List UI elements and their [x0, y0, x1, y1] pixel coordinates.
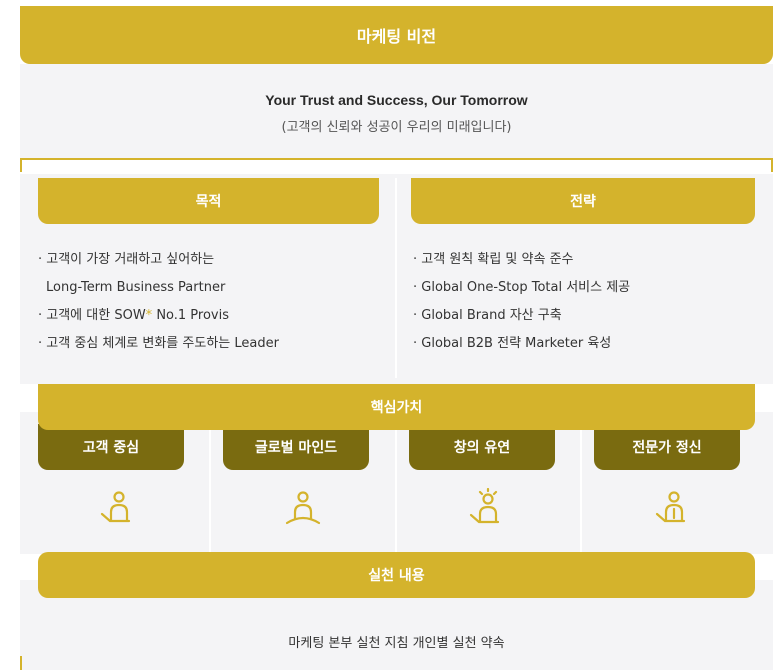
- person-bowing-icon: [100, 491, 131, 523]
- purpose-item: Long-Term Business Partner: [46, 280, 226, 295]
- gold-tick-right: [771, 158, 773, 172]
- core-values-header: 핵심가치: [38, 384, 755, 430]
- card-label: 창의 유연: [453, 440, 511, 456]
- card-label: 고객 중심: [82, 440, 140, 456]
- purpose-title: 목적: [195, 194, 222, 210]
- card-professionalism: 전문가 정신: [594, 424, 740, 470]
- purpose-item-text: · 고객에 대한 SOW: [38, 308, 146, 323]
- person-expert-icon: [655, 491, 686, 523]
- gold-divider-line: [20, 158, 773, 160]
- slogan-english: Your Trust and Success, Our Tomorrow: [265, 92, 528, 108]
- card-divider: [580, 430, 582, 554]
- purpose-item: · 고객에 대한 SOW* No.1 Provis: [38, 302, 388, 330]
- strategy-item: · 고객 원칙 확립 및 약속 준수: [413, 252, 574, 267]
- person-open-arms-icon: [285, 491, 321, 525]
- practice-description: 마케팅 본부 실천 지침 개인별 실천 약속: [288, 636, 505, 651]
- strategy-item: · Global B2B 전략 Marketer 육성: [413, 336, 612, 351]
- card-creativity: 창의 유연: [409, 424, 555, 470]
- vision-title: 마케팅 비전: [356, 27, 437, 46]
- card-customer-focus: 고객 중심: [38, 424, 184, 470]
- vision-header: 마케팅 비전: [20, 6, 773, 64]
- core-values-title: 핵심가치: [370, 400, 423, 416]
- strategy-list: · 고객 원칙 확립 및 약속 준수 · Global One-Stop Tot…: [413, 246, 763, 358]
- strategy-header: 전략: [411, 178, 755, 224]
- practice-title: 실천 내용: [368, 568, 425, 584]
- purpose-item: · 고객 중심 체계로 변화를 주도하는 Leader: [38, 336, 279, 351]
- slogan-korean: (고객의 신뢰와 성공이 우리의 미래입니다): [281, 120, 512, 135]
- practice-header: 실천 내용: [38, 552, 755, 598]
- card-global-mind: 글로벌 마인드: [223, 424, 369, 470]
- person-idea-icon: [469, 488, 500, 524]
- strategy-item: · Global One-Stop Total 서비스 제공: [413, 280, 631, 295]
- gold-tick-left: [20, 158, 22, 172]
- footnote-star: *: [145, 308, 153, 323]
- card-label: 전문가 정신: [632, 440, 702, 456]
- purpose-item-text: No.1 Provis: [156, 308, 229, 323]
- purpose-header: 목적: [38, 178, 379, 224]
- strategy-item: · Global Brand 자산 구축: [413, 308, 562, 323]
- slogan-panel: Your Trust and Success, Our Tomorrow (고객…: [20, 64, 773, 160]
- card-label: 글로벌 마인드: [254, 440, 338, 456]
- card-divider: [395, 430, 397, 554]
- card-divider: [209, 430, 211, 554]
- purpose-list: · 고객이 가장 거래하고 싶어하는 Long-Term Business Pa…: [38, 246, 388, 358]
- gold-tick-bottom: [20, 656, 22, 670]
- purpose-item: · 고객이 가장 거래하고 싶어하는: [38, 252, 215, 267]
- column-divider: [395, 178, 397, 378]
- strategy-title: 전략: [570, 194, 596, 210]
